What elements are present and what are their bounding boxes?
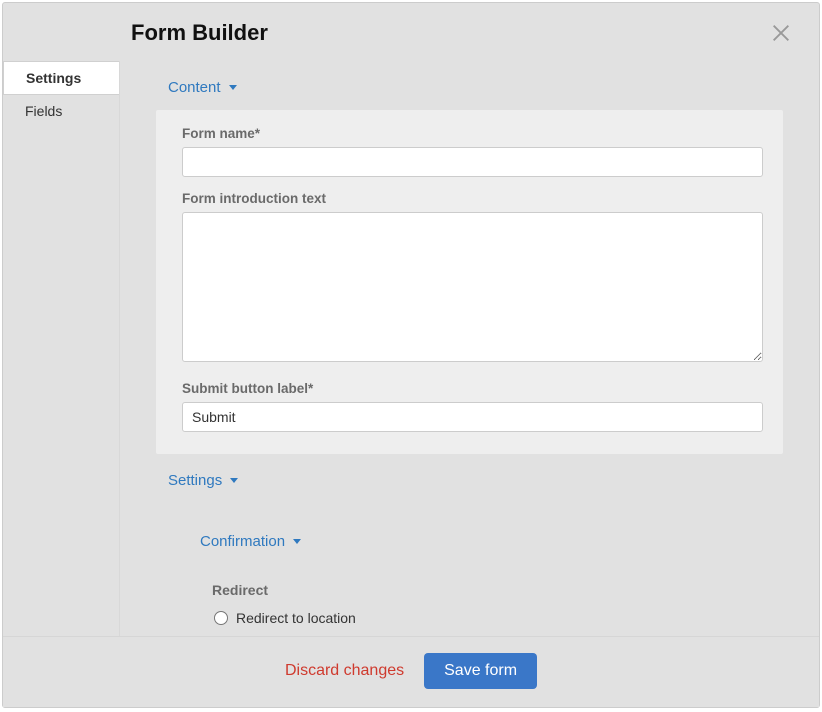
close-button[interactable] [767, 19, 795, 47]
caret-down-icon [229, 85, 237, 90]
intro-text-label: Form introduction text [182, 191, 763, 206]
section-label: Content [168, 79, 221, 96]
sidebar: Settings Fields [3, 61, 119, 636]
sidebar-tab-label: Settings [26, 70, 81, 86]
save-button[interactable]: Save form [424, 653, 537, 689]
submit-label-input[interactable] [182, 402, 763, 432]
modal-footer: Discard changes Save form [3, 636, 819, 707]
section-toggle-confirmation[interactable]: Confirmation [120, 503, 819, 564]
redirect-heading: Redirect [120, 564, 819, 610]
sidebar-tab-settings[interactable]: Settings [3, 61, 119, 95]
content-card: Form name* Form introduction text Submit… [156, 110, 783, 454]
sidebar-tab-label: Fields [25, 103, 62, 119]
content-scroll-area[interactable]: Content Form name* Form introduction tex… [119, 61, 819, 636]
redirect-location-radio[interactable] [214, 611, 228, 625]
caret-down-icon [230, 478, 238, 483]
sidebar-tab-fields[interactable]: Fields [3, 95, 119, 127]
modal-body: Settings Fields Content Form name* [3, 61, 819, 636]
redirect-location-label: Redirect to location [236, 610, 356, 626]
intro-text-textarea[interactable] [182, 212, 763, 362]
section-label: Settings [168, 472, 222, 489]
discard-button[interactable]: Discard changes [285, 662, 404, 680]
field-submit-label: Submit button label* [182, 381, 763, 432]
section-label: Confirmation [200, 533, 285, 550]
form-name-label: Form name* [182, 126, 763, 141]
modal-title: Form Builder [131, 20, 268, 46]
form-name-input[interactable] [182, 147, 763, 177]
caret-down-icon [293, 539, 301, 544]
content-inner: Content Form name* Form introduction tex… [120, 61, 819, 636]
close-icon [770, 22, 792, 44]
field-intro-text: Form introduction text [182, 191, 763, 367]
field-form-name: Form name* [182, 126, 763, 177]
section-toggle-settings[interactable]: Settings [120, 454, 819, 503]
form-builder-modal: Form Builder Settings Fields Content [2, 2, 820, 708]
section-toggle-content[interactable]: Content [120, 61, 819, 110]
submit-label-label: Submit button label* [182, 381, 763, 396]
modal-header: Form Builder [3, 3, 819, 61]
redirect-radio-row: Redirect to location [120, 610, 819, 636]
